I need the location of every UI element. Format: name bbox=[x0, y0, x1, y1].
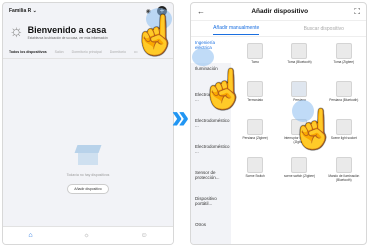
category-item[interactable]: Electrodoméstico ... bbox=[191, 141, 231, 167]
home-icon: ⌂ bbox=[28, 231, 33, 239]
category-item[interactable]: Dispositivo portátil... bbox=[191, 193, 231, 219]
device-tile[interactable]: Scene Switch bbox=[235, 155, 275, 189]
blind-icon bbox=[335, 81, 352, 97]
category-item[interactable]: Otros bbox=[191, 219, 231, 244]
add-device-screen: ← Añadir dispositivo ⛶ Añadir manualment… bbox=[190, 2, 367, 245]
tab-master-bedroom[interactable]: Dormitorio principal bbox=[72, 50, 102, 54]
device-tile[interactable]: Toma (Zigbee) bbox=[324, 41, 364, 75]
pointing-hand-icon: ☝ bbox=[290, 109, 338, 151]
empty-text: Todavía no hay dispositivos bbox=[66, 173, 110, 177]
scene-icon: ☼ bbox=[83, 231, 90, 239]
tab-bedroom[interactable]: Dormitorio bbox=[110, 50, 126, 54]
nav-profile[interactable]: ☺ bbox=[140, 232, 147, 240]
blind-icon bbox=[291, 81, 308, 97]
tab-search[interactable]: Buscar dispositivo bbox=[304, 23, 344, 35]
welcome-title: Bienvenido a casa bbox=[27, 24, 107, 35]
pointing-hand-icon: ☝ bbox=[132, 15, 180, 57]
tap-highlight bbox=[192, 48, 214, 66]
device-tile[interactable]: Toma (Bluetooth) bbox=[279, 41, 319, 75]
switch-icon bbox=[291, 157, 308, 173]
welcome-subtitle: Establezca la ubicación de su casa, ver … bbox=[27, 35, 108, 40]
nav-scenes[interactable]: ☼ bbox=[83, 232, 89, 240]
tab-living-room[interactable]: Salón bbox=[55, 50, 64, 54]
switch-icon bbox=[247, 157, 264, 173]
add-device-button[interactable]: Añadir dispositivo bbox=[67, 184, 109, 194]
socket-icon bbox=[335, 43, 352, 59]
nav-home[interactable]: ⌂ bbox=[28, 232, 32, 240]
socket-icon bbox=[291, 43, 308, 59]
category-item[interactable]: Sensor de protección... bbox=[191, 167, 231, 193]
socket-icon bbox=[247, 43, 264, 59]
bottom-nav: ⌂ ☼ ☺ bbox=[3, 226, 173, 244]
profile-icon: ☺ bbox=[140, 231, 148, 239]
device-tile[interactable]: scene switch (Zigbee) bbox=[279, 155, 319, 189]
pointing-hand-icon: ☝ bbox=[200, 69, 248, 111]
tab-manual[interactable]: Añadir manualmente bbox=[213, 22, 260, 35]
category-item[interactable]: Electrodoméstico ... bbox=[191, 115, 231, 141]
family-selector[interactable]: Familia R ⌄ bbox=[9, 8, 37, 14]
socket-icon bbox=[335, 119, 352, 135]
scan-icon[interactable]: ⛶ bbox=[354, 7, 360, 17]
weather-sun-icon: ☼ bbox=[9, 23, 24, 40]
blind-icon bbox=[247, 119, 264, 135]
thermostat-icon bbox=[247, 81, 264, 97]
empty-state: Todavía no hay dispositivos Añadir dispo… bbox=[3, 123, 173, 195]
add-device-header: ← Añadir dispositivo ⛶ bbox=[191, 3, 366, 21]
device-tile[interactable]: Mando de iluminación (Bluetooth) bbox=[324, 155, 364, 189]
empty-box-icon bbox=[73, 145, 103, 167]
tab-all-devices[interactable]: Todos los dispositivos bbox=[9, 50, 47, 54]
page-title: Añadir dispositivo bbox=[251, 8, 309, 15]
remote-icon bbox=[335, 157, 352, 173]
add-mode-tabs: Añadir manualmente Buscar dispositivo bbox=[191, 21, 366, 37]
back-arrow-icon[interactable]: ← bbox=[197, 7, 205, 16]
device-tile[interactable]: Persiana (Zigbee) bbox=[235, 117, 275, 151]
